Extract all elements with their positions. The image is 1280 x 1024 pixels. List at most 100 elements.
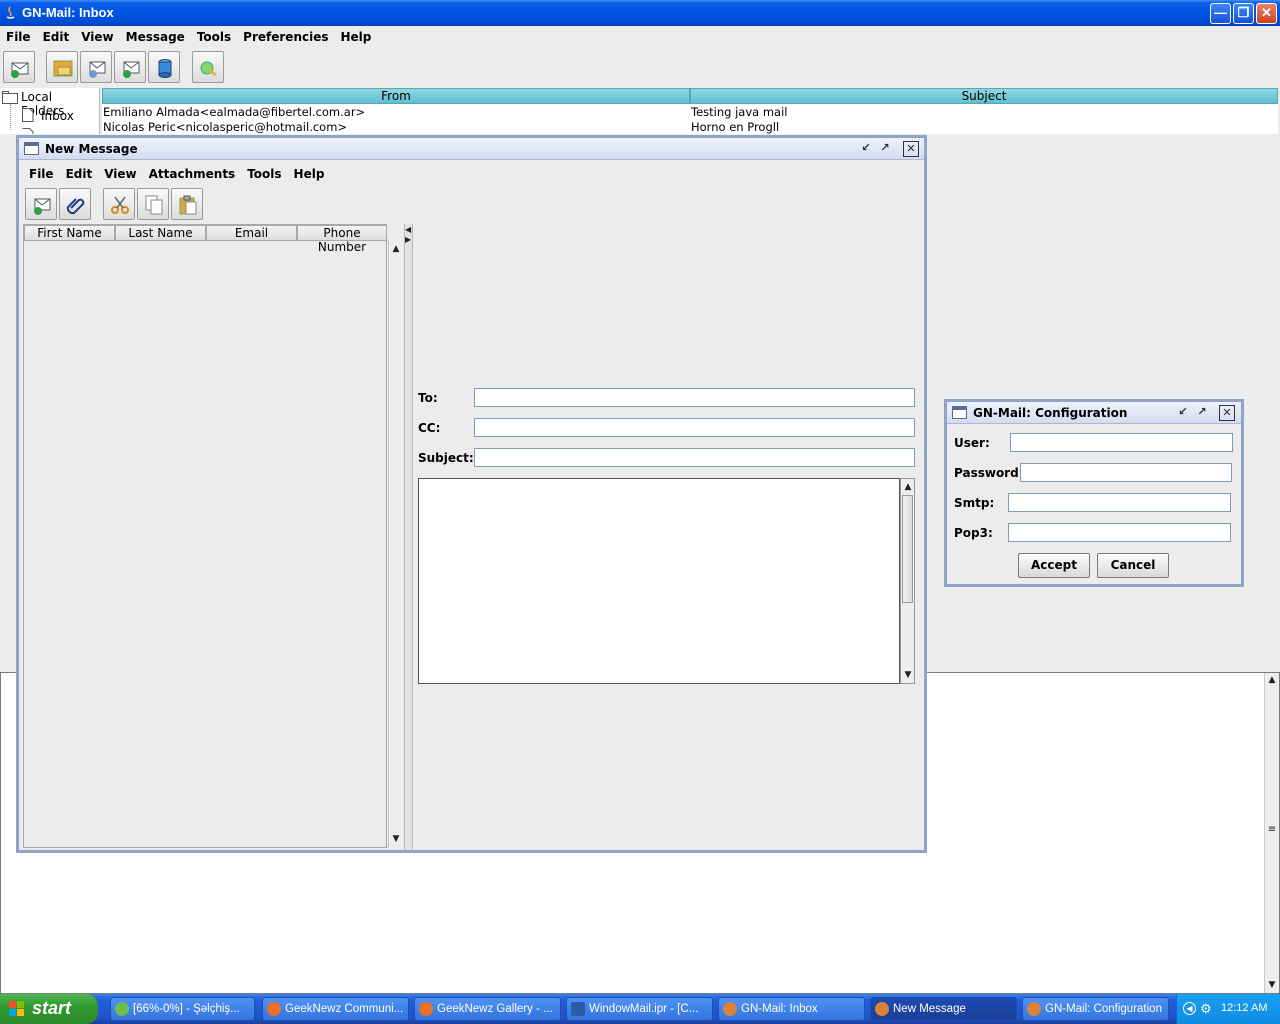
maximize-button[interactable]: ↗: [877, 141, 893, 157]
iconify-button[interactable]: ↙: [1175, 405, 1191, 421]
tree-item-inbox[interactable]: Inbox: [41, 109, 74, 123]
scroll-up-icon[interactable]: ▲: [901, 480, 915, 494]
taskbar-item[interactable]: GeekNewz Gallery - ...: [414, 997, 561, 1021]
mail-row-subject[interactable]: Horno en Progll: [691, 120, 779, 134]
smtp-label: Smtp:: [954, 496, 995, 510]
menu-file[interactable]: File: [0, 30, 37, 44]
scroll-grip-icon[interactable]: ≡: [1265, 823, 1279, 837]
contacts-scrollbar[interactable]: ▲ ▼: [388, 240, 403, 848]
maximize-button[interactable]: ↗: [1194, 405, 1210, 421]
nm-menu-file[interactable]: File: [23, 167, 60, 181]
nm-menu-tools[interactable]: Tools: [241, 167, 287, 181]
scroll-thumb[interactable]: [902, 495, 913, 603]
message-body-textarea[interactable]: [418, 478, 900, 684]
iconify-button[interactable]: ↙: [858, 141, 874, 157]
new-mail-icon: [11, 62, 29, 78]
mail-row-from[interactable]: Nicolas Peric<nicolasperic@hotmail.com>: [103, 120, 347, 134]
column-header-from[interactable]: From: [102, 88, 690, 104]
paste-icon: [179, 195, 197, 215]
reply-button[interactable]: [80, 51, 112, 83]
system-tray: ◀ ⚙ 12:12 AM: [1176, 994, 1280, 1024]
taskbar-item[interactable]: GN-Mail: Configuration: [1022, 997, 1169, 1021]
taskbar-item-active[interactable]: New Message: [870, 997, 1017, 1021]
forward-button[interactable]: [114, 51, 146, 83]
configuration-title-bar[interactable]: GN-Mail: Configuration ↙ ↗ ✕: [947, 402, 1241, 424]
column-header-email[interactable]: Email: [206, 225, 297, 241]
cancel-button[interactable]: Cancel: [1097, 553, 1169, 578]
network-users-icon[interactable]: ⚙: [1200, 1001, 1212, 1017]
nm-menu-attachments[interactable]: Attachments: [143, 167, 242, 181]
nm-menu-edit[interactable]: Edit: [60, 167, 99, 181]
menu-preferencies[interactable]: Preferencies: [237, 30, 334, 44]
scroll-down-icon[interactable]: ▼: [1265, 978, 1279, 992]
cc-field[interactable]: [474, 418, 915, 437]
folder-tree: Local Folders Inbox: [0, 88, 100, 134]
new-mail-button[interactable]: [3, 51, 35, 83]
column-header-phone-number[interactable]: Phone Number: [297, 225, 387, 254]
configuration-window: GN-Mail: Configuration ↙ ↗ ✕ User: Passw…: [944, 399, 1244, 587]
scroll-down-icon[interactable]: ▼: [389, 832, 403, 846]
menu-message[interactable]: Message: [120, 30, 191, 44]
taskbar-item[interactable]: [66%-0%] - Şəlçhiş...: [110, 997, 255, 1021]
mail-row-subject[interactable]: Testing java mail: [691, 105, 787, 119]
cc-label: CC:: [418, 421, 441, 435]
contacts-table: First Name Last Name Email Phone Number: [23, 224, 387, 848]
expand-right-icon[interactable]: ▶: [405, 236, 411, 244]
tray-expand-icon[interactable]: ◀: [1183, 1002, 1196, 1015]
attach-button[interactable]: [59, 188, 91, 220]
close-frame-button[interactable]: ✕: [903, 141, 919, 157]
main-title-bar[interactable]: GN-Mail: Inbox — ❐ ✕: [0, 0, 1280, 26]
accept-button[interactable]: Accept: [1018, 553, 1090, 578]
split-pane-divider[interactable]: ◀ ▶: [404, 224, 413, 850]
database-button[interactable]: [148, 51, 180, 83]
paste-button[interactable]: [171, 188, 203, 220]
preview-scrollbar[interactable]: ▲ ≡ ▼: [1264, 673, 1279, 993]
taskbar-item[interactable]: GeekNewz Communi...: [262, 997, 409, 1021]
close-button[interactable]: ✕: [1256, 3, 1277, 24]
start-label: start: [32, 998, 72, 1018]
minimize-button[interactable]: —: [1210, 3, 1231, 24]
clock[interactable]: 12:12 AM: [1221, 1002, 1267, 1014]
scroll-down-icon[interactable]: ▼: [901, 668, 915, 682]
menu-tools[interactable]: Tools: [191, 30, 237, 44]
taskbar-item[interactable]: WindowMail.ipr - [C...: [566, 997, 713, 1021]
menu-edit[interactable]: Edit: [37, 30, 76, 44]
body-scrollbar[interactable]: ▲ ▼: [900, 478, 915, 684]
new-message-title-bar[interactable]: New Message ↙ ↗ ✕: [19, 138, 924, 160]
restore-button[interactable]: ❐: [1233, 3, 1254, 24]
java-icon: [723, 1002, 737, 1016]
pop3-field[interactable]: [1008, 523, 1231, 542]
configuration-button[interactable]: [192, 51, 224, 83]
copy-button[interactable]: [137, 188, 169, 220]
smtp-field[interactable]: [1008, 493, 1231, 512]
taskbar-item[interactable]: GN-Mail: Inbox: [718, 997, 865, 1021]
user-field[interactable]: [1010, 433, 1233, 452]
windows-flag-icon: [9, 1001, 24, 1016]
nm-menu-view[interactable]: View: [98, 167, 142, 181]
subject-field[interactable]: [474, 448, 915, 467]
menu-view[interactable]: View: [75, 30, 119, 44]
forward-mail-icon: [123, 61, 140, 78]
close-frame-button[interactable]: ✕: [1219, 405, 1235, 421]
column-header-last-name[interactable]: Last Name: [115, 225, 206, 241]
menu-help[interactable]: Help: [335, 30, 378, 44]
to-field[interactable]: [474, 388, 915, 407]
scroll-up-icon[interactable]: ▲: [1265, 673, 1279, 687]
column-header-subject[interactable]: Subject: [690, 88, 1278, 104]
new-message-window: New Message ↙ ↗ ✕ File Edit View Attachm…: [16, 135, 927, 853]
check-mail-button[interactable]: [46, 51, 78, 83]
cut-button[interactable]: [103, 188, 135, 220]
configuration-title: GN-Mail: Configuration: [973, 406, 1128, 420]
start-button[interactable]: start: [0, 994, 98, 1024]
close-icon: ✕: [1222, 406, 1232, 419]
maximize-icon: ↗: [880, 141, 890, 154]
nm-menu-help[interactable]: Help: [288, 167, 331, 181]
java-icon: [1027, 1002, 1041, 1016]
send-button[interactable]: [25, 188, 57, 220]
scroll-up-icon[interactable]: ▲: [389, 242, 403, 256]
transfer-icon: [115, 1002, 129, 1016]
password-field[interactable]: [1020, 463, 1232, 482]
mail-row-from[interactable]: Emiliano Almada<ealmada@fibertel.com.ar>: [103, 105, 365, 119]
column-header-first-name[interactable]: First Name: [24, 225, 115, 241]
collapse-left-icon[interactable]: ◀: [405, 226, 411, 234]
